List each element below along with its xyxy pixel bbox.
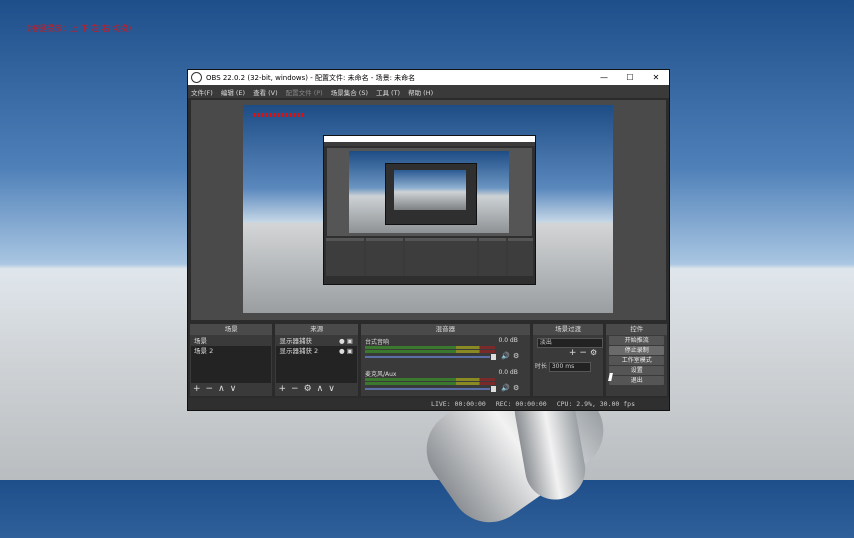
move-down-icon[interactable]: ∨ <box>328 384 335 394</box>
mixer-header: 混音器 <box>360 324 530 335</box>
preview-scene <box>243 105 613 313</box>
menu-help[interactable]: 帮助 (H) <box>408 87 433 97</box>
eye-icon[interactable]: ● <box>339 337 345 345</box>
remove-scene-button[interactable]: − <box>206 384 214 394</box>
stop-recording-button[interactable]: 停止录制 <box>609 346 664 355</box>
menu-profile[interactable]: 配置文件 (P) <box>286 87 323 97</box>
lock-icon[interactable]: ▣ <box>347 347 353 355</box>
studio-mode-button[interactable]: 工作室模式 <box>609 356 664 365</box>
channel-db: 0.0 dB <box>498 337 518 344</box>
scene-item[interactable]: 场景 2 <box>191 346 271 356</box>
minimize-button[interactable]: — <box>591 73 617 82</box>
start-streaming-button[interactable]: 开始推流 <box>609 336 664 345</box>
add-scene-button[interactable]: + <box>193 384 201 394</box>
volume-meter <box>364 346 495 349</box>
overlay-hint-text: （按键提示：上 下 左 右 切换） <box>22 24 137 33</box>
move-up-icon[interactable]: ∧ <box>218 384 225 394</box>
lock-icon[interactable]: ▣ <box>347 337 353 345</box>
cpu-fps: CPU: 2.9%, 30.00 fps <box>556 400 635 408</box>
status-bar: LIVE: 00:00:00 REC: 00:00:00 CPU: 2.9%, … <box>188 398 669 410</box>
obs-logo-icon <box>191 72 202 83</box>
scenes-list: 场景 场景 2 <box>191 336 272 383</box>
preview-overlay-text <box>253 113 303 117</box>
remove-transition-button[interactable]: − <box>579 348 587 358</box>
channel-name: 台式音响 <box>364 339 389 346</box>
source-item[interactable]: 显示器捕获 2 ● ▣ <box>276 346 356 356</box>
volume-meter <box>364 350 495 353</box>
scene-item[interactable]: 场景 <box>191 336 272 346</box>
remove-source-button[interactable]: − <box>291 384 299 394</box>
gear-icon[interactable]: ⚙ <box>513 384 519 392</box>
move-up-icon[interactable]: ∧ <box>317 384 324 394</box>
live-time: LIVE: 00:00:00 <box>431 400 486 408</box>
menu-bar: 文件(F) 编辑 (E) 查看 (V) 配置文件 (P) 场景集合 (S) 工具… <box>188 85 669 98</box>
menu-file[interactable]: 文件(F) <box>191 87 213 97</box>
sources-list: 显示器捕获 ● ▣ 显示器捕获 2 ● ▣ <box>276 336 357 383</box>
menu-scene-collection[interactable]: 场景集合 (S) <box>331 87 368 97</box>
mixer-channel-mic: 麦克风/Aux 0.0 dB 🔊 ⚙ <box>361 367 530 399</box>
move-down-icon[interactable]: ∨ <box>230 384 237 394</box>
transition-select[interactable]: 淡出 <box>536 338 603 348</box>
sources-header: 来源 <box>275 324 358 335</box>
scenes-dock: 场景 场景 场景 2 + − ∧ ∨ <box>190 324 273 396</box>
add-source-button[interactable]: + <box>278 384 286 394</box>
maximize-button[interactable]: ☐ <box>617 73 643 82</box>
settings-button[interactable]: 设置 <box>609 366 664 375</box>
scenes-header: 场景 <box>190 324 273 335</box>
duration-row: 时长 300 ms <box>535 361 591 372</box>
sources-dock: 来源 显示器捕获 ● ▣ 显示器捕获 2 ● ▣ + − ⚙ ∧ ∨ <box>275 324 358 396</box>
eye-icon[interactable]: ● <box>339 347 345 355</box>
title-bar: OBS 22.0.2 (32-bit, windows) - 配置文件: 未命名… <box>188 70 669 85</box>
speaker-icon[interactable]: 🔊 <box>501 384 510 392</box>
window-title: OBS 22.0.2 (32-bit, windows) - 配置文件: 未命名… <box>206 73 416 82</box>
preview-area[interactable] <box>191 100 666 320</box>
duration-label: 时长 <box>534 363 547 370</box>
mixer-channel-desktop: 台式音响 0.0 dB 🔊 ⚙ <box>361 335 530 367</box>
source-properties-gear-icon[interactable]: ⚙ <box>304 384 312 394</box>
volume-slider-knob[interactable] <box>490 354 496 360</box>
transitions-dock: 场景过渡 淡出 + − ⚙ 时长 300 ms <box>532 324 604 396</box>
scenes-toolbar: + − ∧ ∨ <box>193 384 236 394</box>
volume-meter <box>364 378 495 381</box>
speaker-icon[interactable]: 🔊 <box>501 352 510 360</box>
sources-toolbar: + − ⚙ ∧ ∨ <box>278 384 334 394</box>
volume-slider[interactable] <box>364 356 490 358</box>
transition-gear-icon[interactable]: ⚙ <box>590 348 597 358</box>
channel-name: 麦克风/Aux <box>364 371 397 378</box>
duration-input[interactable]: 300 ms <box>548 362 591 372</box>
gear-icon[interactable]: ⚙ <box>513 352 519 360</box>
exit-button[interactable]: 退出 <box>609 376 664 385</box>
volume-slider-knob[interactable] <box>490 386 496 392</box>
nested-obs-window-2 <box>385 163 477 225</box>
menu-edit[interactable]: 编辑 (E) <box>221 87 245 97</box>
menu-tools[interactable]: 工具 (T) <box>376 87 400 97</box>
nested-obs-window <box>323 135 536 285</box>
controls-header: 控件 <box>606 324 667 335</box>
transitions-header: 场景过渡 <box>532 324 604 335</box>
volume-slider[interactable] <box>364 388 490 390</box>
menu-view[interactable]: 查看 (V) <box>253 87 278 97</box>
source-item[interactable]: 显示器捕获 ● ▣ <box>276 336 357 346</box>
close-button[interactable]: ✕ <box>643 73 669 82</box>
obs-window: OBS 22.0.2 (32-bit, windows) - 配置文件: 未命名… <box>187 69 670 411</box>
add-transition-button[interactable]: + <box>569 348 577 358</box>
volume-meter <box>364 382 495 385</box>
controls-dock: 控件 开始推流 停止录制 工作室模式 设置 退出 <box>606 324 667 396</box>
dock-area: 场景 场景 场景 2 + − ∧ ∨ 来源 显示器捕获 ● ▣ 显示器捕获 2 ● … <box>190 324 667 396</box>
channel-db: 0.0 dB <box>498 369 518 376</box>
rec-time: REC: 00:00:00 <box>495 400 547 408</box>
mixer-dock: 混音器 台式音响 0.0 dB 🔊 ⚙ 麦克风/Aux 0.0 dB 🔊 ⚙ <box>360 324 530 399</box>
